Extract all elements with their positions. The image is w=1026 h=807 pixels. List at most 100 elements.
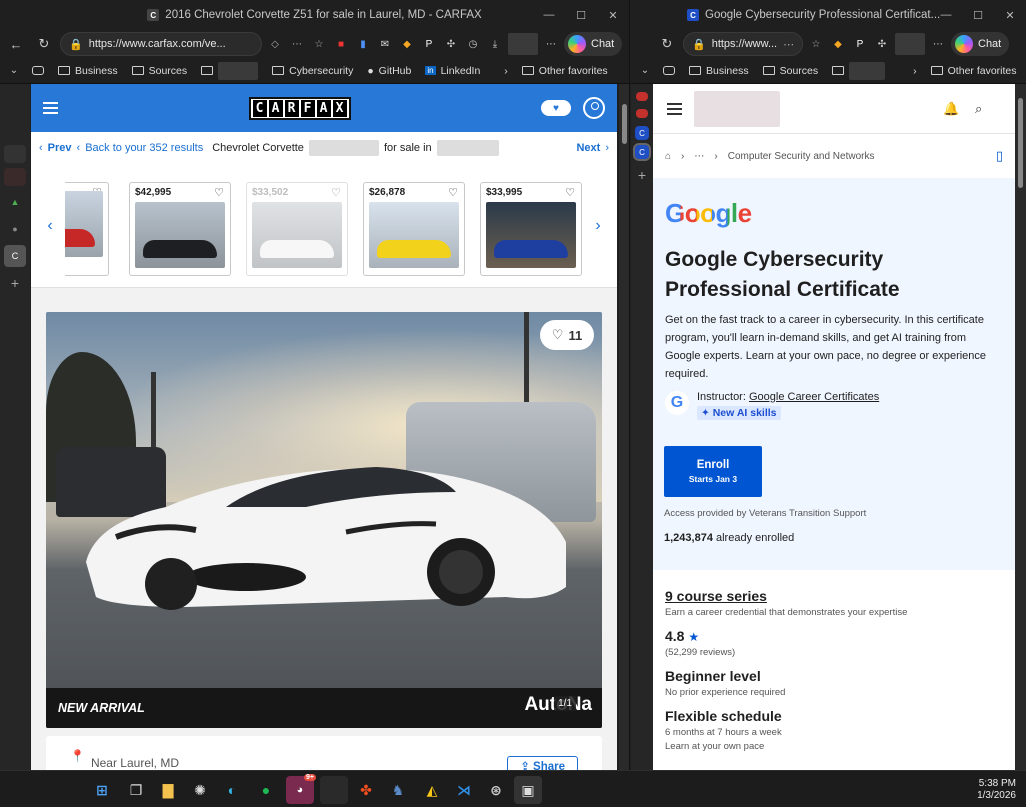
favorite-star-icon[interactable]: ☆ bbox=[310, 35, 328, 53]
menu-hamburger-icon[interactable] bbox=[43, 102, 58, 114]
extensions-puzzle-icon[interactable]: ✣ bbox=[442, 35, 460, 53]
youtube-tab-icon[interactable] bbox=[636, 92, 648, 101]
back-button[interactable]: ← bbox=[4, 32, 28, 56]
carfax-logo[interactable]: CARFAX bbox=[248, 96, 351, 120]
vscode-icon[interactable]: ⋊ bbox=[450, 776, 478, 804]
carousel-prev-chevron-icon[interactable]: ‹ bbox=[41, 217, 59, 235]
bookmark-business[interactable]: Business bbox=[683, 61, 755, 81]
maximize-button[interactable]: ☐ bbox=[962, 0, 994, 30]
instructor-link[interactable]: Google Career Certificates bbox=[749, 391, 879, 403]
settings-more-icon[interactable]: ⋯ bbox=[542, 35, 560, 53]
photo-counter[interactable]: 1/1 bbox=[554, 696, 576, 711]
favorite-count-button[interactable]: ♡ 11 bbox=[540, 320, 594, 350]
more-tools-icon[interactable]: ⋯ bbox=[288, 35, 306, 53]
tab-actions-chevron-icon[interactable]: ⌄ bbox=[635, 59, 655, 83]
start-windows-icon[interactable]: ⊞ bbox=[88, 776, 116, 804]
bookmark-sources[interactable]: Sources bbox=[126, 61, 194, 81]
thumbnail-card[interactable]: ♡ $33,995 bbox=[480, 181, 582, 276]
account-icon[interactable] bbox=[583, 97, 605, 119]
profile-avatar[interactable] bbox=[895, 33, 925, 55]
bookmark-other-favorites[interactable]: Other favorites bbox=[516, 61, 614, 81]
scrollbar[interactable] bbox=[619, 84, 629, 770]
extension-icon[interactable]: ◆ bbox=[398, 35, 416, 53]
menu-hamburger-icon[interactable] bbox=[667, 102, 682, 115]
chatgpt-icon[interactable]: ✺ bbox=[186, 776, 214, 804]
coursera-tab-icon[interactable]: C bbox=[635, 126, 649, 140]
heart-icon[interactable]: ♡ bbox=[565, 186, 575, 199]
home-icon[interactable]: ⌂ bbox=[665, 151, 671, 162]
downloads-icon[interactable]: ⤓ bbox=[486, 35, 504, 53]
active-app-icon[interactable]: ▣ bbox=[514, 776, 542, 804]
bookmark-business[interactable]: Business bbox=[52, 61, 124, 81]
thumbnail-card-current[interactable]: ♡ $33,502 bbox=[246, 181, 348, 276]
favorite-star-icon[interactable]: ☆ bbox=[807, 35, 825, 53]
new-tab-plus-icon[interactable]: + bbox=[635, 164, 649, 186]
bookmark-folder-redacted[interactable] bbox=[826, 61, 891, 81]
figma-icon[interactable]: ✤ bbox=[352, 776, 380, 804]
enroll-button[interactable]: Enroll Starts Jan 3 bbox=[664, 446, 762, 497]
discord-icon[interactable]: ◕ 9+ bbox=[286, 774, 316, 804]
copilot-chat-button[interactable]: Chat bbox=[564, 32, 623, 56]
file-explorer-icon[interactable]: ▇ bbox=[154, 776, 182, 804]
next-link[interactable]: Next bbox=[576, 142, 600, 154]
refresh-button[interactable]: ↻ bbox=[32, 32, 56, 56]
thumbnail-card[interactable]: ♡ bbox=[65, 181, 109, 276]
collections-icon[interactable] bbox=[26, 61, 50, 81]
carousel-next-chevron-icon[interactable]: › bbox=[589, 217, 607, 235]
app-icon[interactable]: ◭ bbox=[418, 776, 446, 804]
bookmarks-overflow-chevron-icon[interactable]: › bbox=[498, 61, 514, 81]
new-tab-plus-icon[interactable]: + bbox=[4, 272, 26, 294]
tab-icon[interactable] bbox=[4, 168, 26, 186]
bookmark-sources[interactable]: Sources bbox=[757, 61, 825, 81]
thumbnail-card[interactable]: ♡ $42,995 bbox=[129, 181, 231, 276]
extension-icon[interactable]: ■ bbox=[332, 35, 350, 53]
bookmark-icon[interactable]: ▯ bbox=[996, 148, 1003, 164]
search-icon[interactable]: ⌕ bbox=[975, 101, 982, 117]
bookmarks-overflow-chevron-icon[interactable]: › bbox=[907, 61, 923, 81]
close-button[interactable]: ✕ bbox=[994, 0, 1026, 30]
bookmark-linkedin[interactable]: in LinkedIn bbox=[419, 61, 486, 81]
tag-icon[interactable]: ◇ bbox=[266, 35, 284, 53]
breadcrumb-item[interactable]: Computer Security and Networks bbox=[728, 151, 875, 162]
steam-icon[interactable]: ⊛ bbox=[482, 776, 510, 804]
spotify-icon[interactable]: ● bbox=[252, 776, 280, 804]
close-button[interactable]: ✕ bbox=[597, 0, 629, 30]
address-bar[interactable]: 🔒 https://www... ⋯ bbox=[683, 32, 803, 56]
p-extension-icon[interactable]: P bbox=[420, 35, 438, 53]
heart-icon[interactable]: ♡ bbox=[331, 186, 341, 199]
carfax-tab-icon[interactable]: C bbox=[4, 245, 26, 267]
extension-icon[interactable]: ◆ bbox=[829, 35, 847, 53]
share-button[interactable]: ⇪ Share bbox=[507, 756, 578, 770]
settings-more-icon[interactable]: ⋯ bbox=[929, 35, 947, 53]
redacted-app-icon[interactable] bbox=[320, 776, 348, 804]
thumbnail-card[interactable]: ♡ $26,878 bbox=[363, 181, 465, 276]
scrollbar[interactable] bbox=[1015, 84, 1026, 770]
bookmark-github[interactable]: ● GitHub bbox=[361, 61, 417, 81]
drive-tab-icon[interactable]: ▲ bbox=[4, 191, 26, 213]
bell-icon[interactable]: 🔔 bbox=[943, 101, 959, 117]
bookmark-cybersecurity[interactable]: Cybersecurity bbox=[266, 61, 359, 81]
back-to-results-link[interactable]: Back to your 352 results bbox=[85, 142, 203, 154]
heart-icon[interactable]: ♡ bbox=[448, 186, 458, 199]
p-extension-icon[interactable]: P bbox=[851, 35, 869, 53]
bookmark-folder-redacted[interactable] bbox=[195, 61, 264, 81]
copilot-chat-button[interactable]: Chat bbox=[951, 32, 1010, 56]
youtube-tab-icon[interactable] bbox=[636, 109, 648, 118]
prev-link[interactable]: Prev bbox=[48, 142, 72, 154]
bookmark-other-favorites[interactable]: Other favorites bbox=[925, 61, 1023, 81]
mail-icon[interactable]: ✉ bbox=[376, 35, 394, 53]
address-bar[interactable]: 🔒 https://www.carfax.com/ve... bbox=[60, 32, 262, 56]
vehicle-hero-photo[interactable]: ♡11 NEW ARRIVAL AutoNa 1/1 bbox=[46, 312, 602, 728]
coursera-tab-icon-active[interactable]: C bbox=[633, 143, 651, 161]
tab-actions-chevron-icon[interactable]: ⌄ bbox=[4, 59, 24, 83]
task-view-icon[interactable]: ❐ bbox=[122, 776, 150, 804]
maximize-button[interactable]: ☐ bbox=[565, 0, 597, 30]
heart-icon[interactable]: ♡ bbox=[214, 186, 224, 199]
bitwarden-icon[interactable]: ▮ bbox=[354, 35, 372, 53]
extensions-puzzle-icon[interactable]: ✣ bbox=[873, 35, 891, 53]
system-clock[interactable]: 5:38 PM 1/3/2026 bbox=[977, 778, 1016, 802]
course-series-link[interactable]: 9 course series bbox=[665, 588, 1003, 604]
tab-icon[interactable] bbox=[4, 145, 26, 163]
profile-avatar[interactable] bbox=[508, 33, 538, 55]
minimize-button[interactable]: — bbox=[930, 0, 962, 30]
